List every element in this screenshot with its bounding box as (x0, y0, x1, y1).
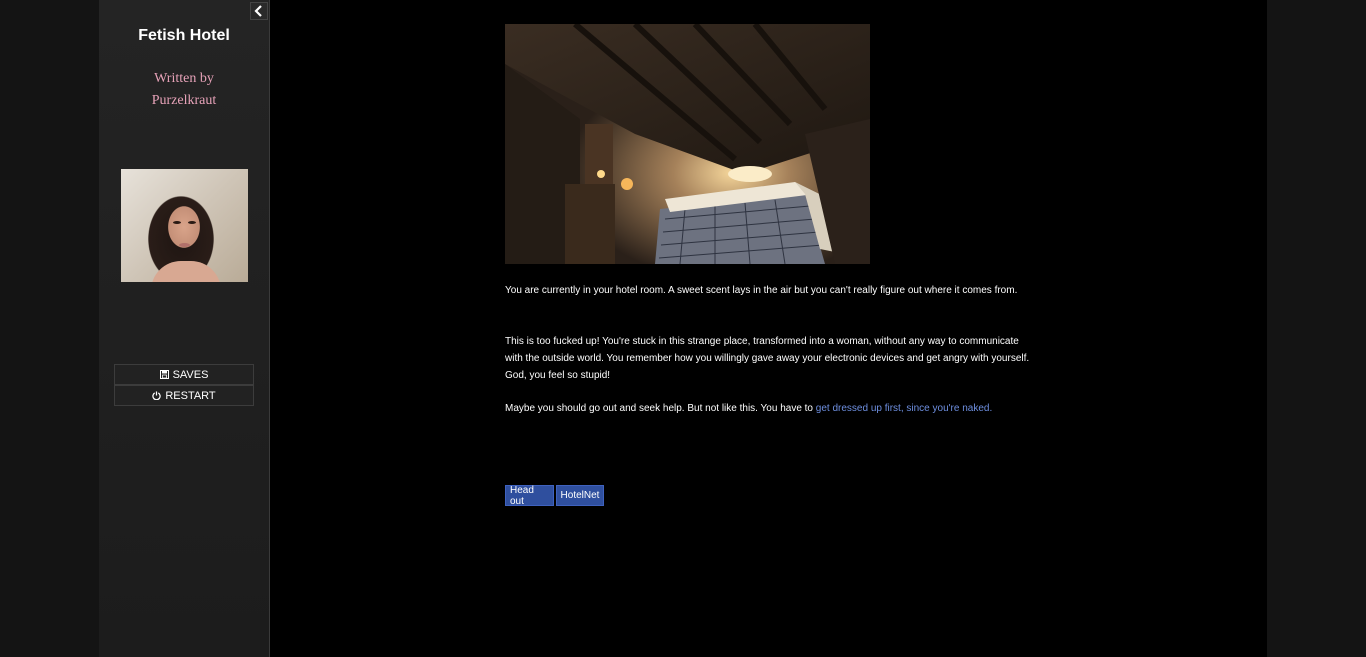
byline-prefix: Written by (154, 71, 214, 86)
passage-paragraph-3: Maybe you should go out and seek help. B… (505, 400, 1030, 417)
saves-label: SAVES (172, 368, 209, 381)
ui-sidebar: Fetish Hotel Written by Purzelkraut SAVE… (99, 0, 270, 657)
power-icon (152, 391, 162, 400)
left-gutter (0, 0, 99, 657)
sidebar-toggle-button[interactable] (250, 2, 268, 20)
chevron-left-icon (254, 5, 262, 17)
paragraph-3-text: Maybe you should go out and seek help. B… (505, 403, 816, 414)
floppy-disk-icon (159, 370, 169, 379)
passage-paragraph-2: This is too fucked up! You're stuck in t… (505, 336, 1030, 381)
hotel-room-image (505, 24, 870, 264)
restart-button[interactable]: RESTART (114, 385, 254, 406)
story-title: Fetish Hotel (138, 27, 230, 44)
story-author: Written by Purzelkraut (99, 68, 269, 112)
get-dressed-link[interactable]: get dressed up first, since you're naked… (816, 403, 992, 414)
head-out-button[interactable]: Head out (505, 485, 554, 507)
saves-button[interactable]: SAVES (114, 364, 254, 385)
hotelnet-button[interactable]: HotelNet (556, 485, 604, 506)
restart-label: RESTART (165, 389, 216, 402)
character-portrait (121, 169, 248, 282)
author-name: Purzelkraut (151, 93, 217, 108)
passage-area: You are currently in your hotel room. A … (270, 0, 1267, 657)
right-gutter (1267, 0, 1366, 657)
passage-paragraph-1: You are currently in your hotel room. A … (505, 285, 1018, 296)
game-page: Fetish Hotel Written by Purzelkraut SAVE… (0, 0, 1366, 657)
hotel-room-illustration (505, 24, 870, 264)
